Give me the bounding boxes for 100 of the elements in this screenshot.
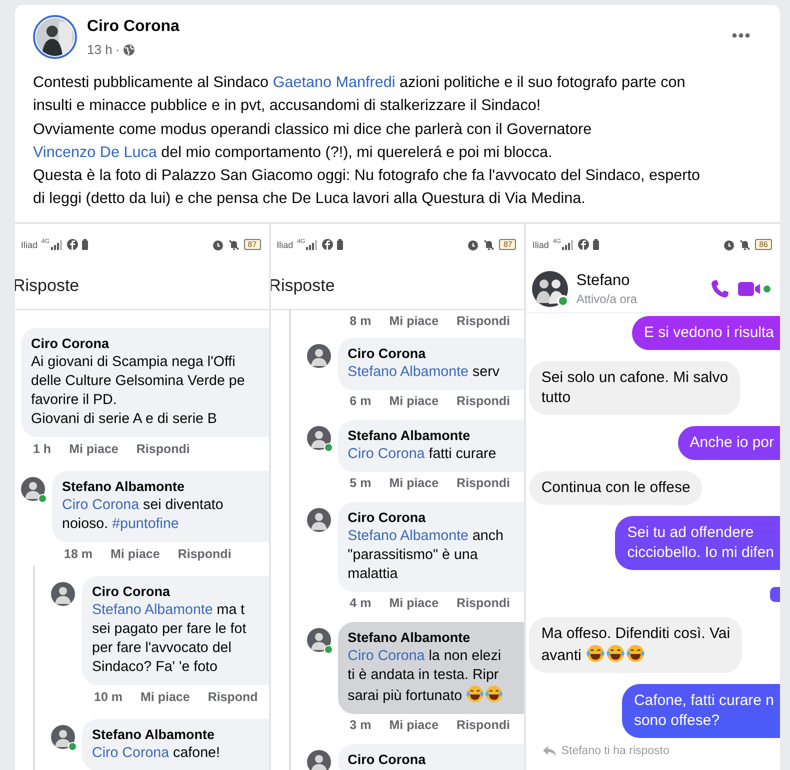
battery-indicator: 87 [499,239,516,250]
avatar[interactable] [21,476,45,501]
reply-link[interactable]: Rispondi [456,596,510,610]
reply-link[interactable]: Rispond [208,690,258,704]
message-bubble: Sei solo un cafone. Mi salvo tutto [529,360,740,415]
alarm-icon [212,238,224,251]
comment-text: Stefano Albamonte ma t sei pagato per fare le fot per fare l'avvocato del Sindaco? Fa' 'e foto [92,600,248,677]
message-bubble: Continua con le offese [529,470,702,505]
laughing-face-icon [606,644,625,663]
battery-indicator: 86 [755,239,772,250]
mute-icon [228,238,240,251]
message-bubble: Sei tu ad offendere cicciobello. Io mi difen [615,516,780,570]
like-link[interactable]: Mi piace [140,690,190,704]
comment-time: 1 h [33,442,52,456]
comment-author[interactable]: Stefano Albamonte [62,478,269,496]
battery-small-icon [592,239,599,250]
globe-icon [122,44,135,56]
avatar[interactable] [306,426,331,450]
comment-text: Ciro Corona fatti curare [348,444,498,464]
mention-link[interactable]: Ciro Corona [92,744,170,761]
comment-text: Ciro Corona cafone! [92,744,221,763]
comment-time: 3 m [350,718,372,732]
avatar[interactable] [33,15,77,59]
comment-time: 6 m [350,394,372,408]
message-bubble: E si vedono i risulta [632,316,780,350]
signal-icon [50,240,63,250]
laughing-face-icon [485,684,504,703]
mention-link[interactable]: #puntofine [112,516,179,532]
post-text: Contesti pubblicamente al Sindaco Gaetano Manfredi azioni politiche e il suo fotografo parte con insulti e minacce pubblice e in pvt, accusandomi di stalkerizzare il Sindaco! Ovviamente come modus operandi classico mi dice che parlerà con il Governatore Vincenzo De Luca del mio comportamento (?!), mi querelerá e poi mi blocca. Questa è la foto di Palazzo San Giacomo oggi: Nu fotografo che fa l'avvocato del Sindaco, esperto di leggi (detto da lui) e che pensa che De Luca lavori alla Questura di Via Medina. [32,73,702,210]
comment-time: 18 m [64,546,92,561]
battery-indicator: 87 [244,239,261,250]
comment-time: 4 m [350,596,372,610]
reply-link[interactable]: Rispondi [456,476,510,490]
mention-link[interactable]: Ciro Corona [62,496,140,513]
app-icon [322,239,334,250]
avatar[interactable] [306,750,331,770]
separator: · [115,42,120,57]
comment-author[interactable]: Ciro Corona [348,508,524,527]
mute-icon [739,238,752,251]
comment-author[interactable]: Stefano Albamonte [92,726,269,744]
like-link[interactable]: Mi piace [389,394,439,408]
mention-link[interactable]: Vincenzo De Luca [33,144,157,161]
like-link[interactable]: Mi piace [110,546,160,561]
message-bubble: Ma offeso. Difenditi così. Vai avanti [529,616,742,673]
app-icon [578,239,589,250]
reply-icon [543,746,556,756]
signal-icon [306,240,318,250]
avatar[interactable] [306,508,331,532]
reply-link[interactable]: Rispondi [456,394,510,408]
alarm-icon [467,238,480,251]
phone-icon[interactable] [710,278,730,299]
message-bubble: Cafone, fatti curare n sono offese? [622,684,780,738]
more-icon[interactable] [732,33,750,38]
mention-link[interactable]: Stefano Albamonte [348,528,468,544]
mention-link[interactable]: Ciro Corona [348,446,425,462]
reply-link[interactable]: Rispondi [136,442,190,456]
laughing-face-icon [466,684,484,703]
mention-link[interactable]: Ciro Corona [348,648,425,664]
comment-author[interactable]: Ciro Corona [348,750,524,769]
comment-text: Ciro Corona la non elezi ti è andata in testa. Ripr sarai più fortunato [348,646,504,706]
mention-link[interactable]: Stefano Albamonte [92,602,213,618]
alarm-icon [723,238,736,251]
carrier-name: Iliad [276,240,294,250]
mute-icon [483,238,496,251]
avatar[interactable] [306,344,331,368]
comment-text: Ai giovani di Scampia nega l'Offi delle Culture Gelsomina Verde pe favorire il PD. Giovani di serie A e di serie B [31,352,246,429]
mention-link[interactable]: Gaetano Manfredi [272,74,396,91]
reply-link[interactable]: Rispondi [178,546,232,561]
video-call-icon[interactable] [738,280,772,298]
avatar[interactable] [532,270,568,307]
contact-name: Stefano [576,272,631,290]
carrier-name: Iliad [21,240,38,250]
like-link[interactable]: Mi piace [389,476,439,490]
comment-text: Stefano Albamonte anch "parassitismo" è una malattia [348,526,504,584]
like-link[interactable]: Mi piace [389,314,439,328]
like-link[interactable]: Mi piace [389,596,439,610]
laughing-face-icon [626,644,645,663]
reply-link[interactable]: Rispondi [456,314,510,328]
battery-small-icon [337,239,344,250]
avatar[interactable] [306,628,331,652]
comment-author[interactable]: Stefano Albamonte [348,426,524,445]
carrier-name: Iliad [532,240,549,250]
comment-author[interactable]: Ciro Corona [348,344,524,363]
app-icon [66,239,78,250]
like-link[interactable]: Mi piace [389,718,439,732]
reply-link[interactable]: Rispondi [456,718,510,732]
post-time[interactable]: 13 h [87,42,112,57]
reply-note: Stefano ti ha risposto [561,744,670,757]
avatar[interactable] [51,724,75,749]
comment-author[interactable]: Ciro Corona [31,334,269,353]
comment-time: 10 m [94,690,122,704]
avatar[interactable] [51,582,75,606]
like-link[interactable]: Mi piace [69,442,118,456]
author-name[interactable]: Ciro Corona [87,18,180,36]
comment-time: 5 m [350,476,372,490]
battery-small-icon [82,239,88,250]
comment-text: Ciro Corona sei diventato noioso. #puntofine [62,496,224,534]
comment-author[interactable]: Stefano Albamonte [348,628,524,647]
comment-author[interactable]: Ciro Corona [92,582,269,601]
mention-link[interactable]: Stefano Albamonte [348,364,468,380]
